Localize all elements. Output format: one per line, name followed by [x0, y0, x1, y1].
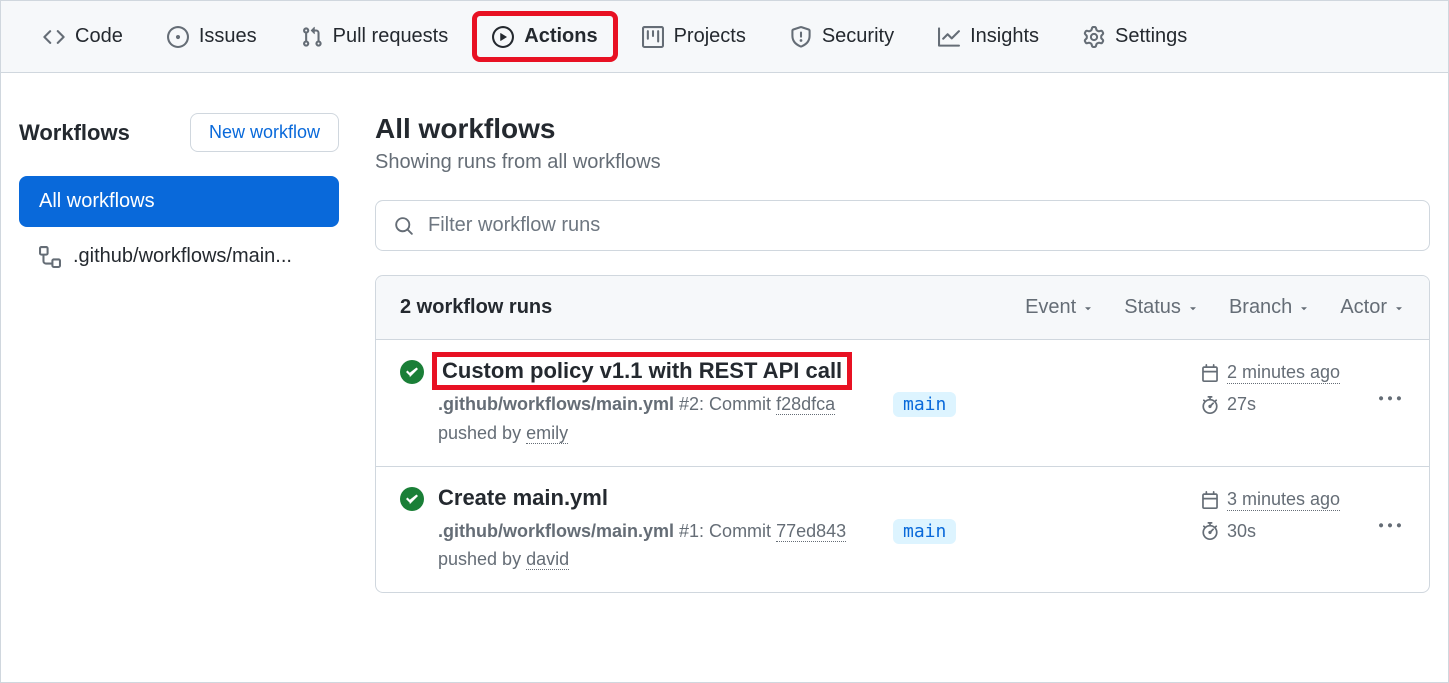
workflow-run-row: Create main.yml .github/workflows/main.y… — [376, 467, 1429, 593]
kebab-icon — [1379, 515, 1401, 537]
tab-actions[interactable]: Actions — [474, 13, 615, 60]
run-menu-button[interactable] — [1375, 358, 1405, 410]
tab-issues[interactable]: Issues — [149, 13, 275, 60]
workflow-icon — [39, 246, 61, 268]
calendar-icon — [1201, 491, 1219, 509]
repo-nav: Code Issues Pull requests Actions Projec… — [1, 1, 1448, 73]
caret-down-icon — [1393, 302, 1405, 314]
filter-branch[interactable]: Branch — [1229, 296, 1310, 319]
tab-insights[interactable]: Insights — [920, 13, 1057, 60]
caret-down-icon — [1082, 302, 1094, 314]
status-success-icon — [400, 360, 424, 389]
workflow-runs-box: 2 workflow runs Event Status Branch Acto… — [375, 275, 1430, 593]
run-meta: 2 minutes ago 27s — [1201, 358, 1361, 425]
tab-settings[interactable]: Settings — [1065, 13, 1205, 60]
tab-security[interactable]: Security — [772, 13, 912, 60]
tab-code[interactable]: Code — [25, 13, 141, 60]
code-icon — [43, 26, 65, 48]
filter-actor[interactable]: Actor — [1340, 296, 1405, 319]
projects-icon — [642, 26, 664, 48]
search-icon — [394, 216, 414, 236]
page-title: All workflows — [375, 113, 1430, 145]
sidebar-item-workflow-file[interactable]: .github/workflows/main... — [19, 231, 339, 282]
status-success-icon — [400, 487, 424, 516]
workflow-run-row: Custom policy v1.1 with REST API call .g… — [376, 340, 1429, 467]
pull-request-icon — [301, 26, 323, 48]
run-description: .github/workflows/main.yml #1: Commit 77… — [438, 517, 879, 575]
new-workflow-button[interactable]: New workflow — [190, 113, 339, 152]
graph-icon — [938, 26, 960, 48]
stopwatch-icon — [1201, 396, 1219, 414]
shield-icon — [790, 26, 812, 48]
branch-label[interactable]: main — [893, 519, 956, 544]
runs-count: 2 workflow runs — [400, 296, 552, 319]
filter-box[interactable] — [375, 200, 1430, 251]
sidebar-title: Workflows — [19, 120, 130, 146]
main-content: All workflows Showing runs from all work… — [375, 113, 1430, 593]
run-description: .github/workflows/main.yml #2: Commit f2… — [438, 390, 879, 448]
sidebar-item-all-workflows[interactable]: All workflows — [19, 176, 339, 227]
calendar-icon — [1201, 364, 1219, 382]
page-subtitle: Showing runs from all workflows — [375, 151, 1430, 174]
play-icon — [492, 26, 514, 48]
run-meta: 3 minutes ago 30s — [1201, 485, 1361, 552]
issues-icon — [167, 26, 189, 48]
workflows-sidebar: Workflows New workflow All workflows .gi… — [19, 113, 339, 593]
run-menu-button[interactable] — [1375, 485, 1405, 537]
filter-status[interactable]: Status — [1124, 296, 1199, 319]
kebab-icon — [1379, 388, 1401, 410]
stopwatch-icon — [1201, 522, 1219, 540]
tab-pull-requests[interactable]: Pull requests — [283, 13, 467, 60]
filter-event[interactable]: Event — [1025, 296, 1094, 319]
caret-down-icon — [1298, 302, 1310, 314]
filter-input[interactable] — [426, 213, 1411, 238]
run-title-link[interactable]: Create main.yml — [438, 485, 608, 511]
branch-label[interactable]: main — [893, 392, 956, 417]
tab-projects[interactable]: Projects — [624, 13, 764, 60]
caret-down-icon — [1187, 302, 1199, 314]
run-title-link[interactable]: Custom policy v1.1 with REST API call — [438, 358, 846, 384]
gear-icon — [1083, 26, 1105, 48]
